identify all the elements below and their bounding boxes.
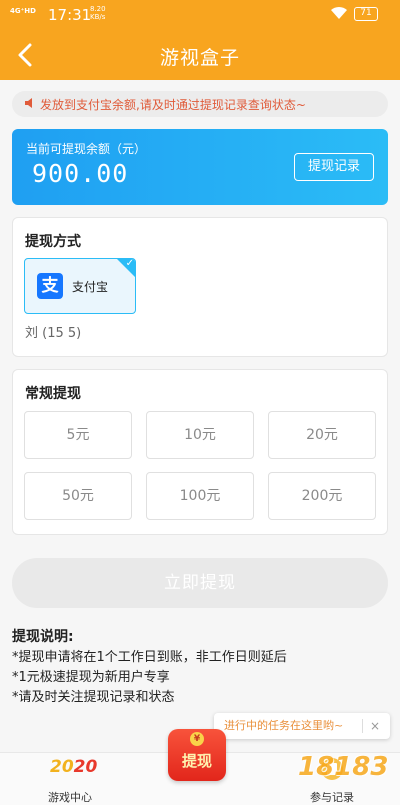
regular-withdraw-card: 常规提现 5元 10元 20元 50元 100元 200元: [12, 369, 388, 535]
notice-banner: 发放到支付宝余额,请及时通过提现记录查询状态~: [12, 91, 388, 117]
tooltip-divider: [362, 719, 363, 733]
speaker-icon: [24, 97, 36, 112]
red-packet-icon: ¥ 提现: [168, 729, 226, 781]
amount-option[interactable]: 20元: [268, 411, 376, 459]
withdraw-method-heading: 提现方式: [25, 234, 81, 250]
tab-game-center[interactable]: 2020 游戏中心: [20, 753, 120, 805]
wifi-icon: [330, 5, 348, 25]
notice-text: 发放到支付宝余额,请及时通过提现记录查询状态~: [40, 97, 306, 112]
alipay-option[interactable]: 支 支付宝 ✓: [24, 258, 136, 314]
alipay-label: 支付宝: [72, 280, 109, 294]
speed-unit: KB/s: [90, 13, 106, 21]
close-icon[interactable]: ×: [370, 713, 380, 739]
page-title: 游视盒子: [159, 47, 240, 69]
check-icon: ✓: [125, 258, 134, 269]
task-tooltip[interactable]: 进行中的任务在这里哟~ ×: [214, 713, 390, 739]
balance-label: 当前可提现余额（元）: [26, 142, 147, 156]
tab-withdraw-label: 提现: [181, 752, 212, 770]
amount-option[interactable]: 5元: [24, 411, 132, 459]
game-center-icon: 2020: [50, 757, 97, 777]
tab-withdraw[interactable]: ¥ 提现: [146, 729, 246, 805]
withdraw-method-card: 提现方式 支 支付宝 ✓ 刘 (15 5): [12, 217, 388, 357]
rule-item: *提现申请将在1个工作日到账，非工作日则延后: [12, 650, 287, 665]
withdraw-now-button[interactable]: 立即提现: [12, 558, 388, 608]
status-time: 17:31: [48, 6, 92, 24]
tooltip-text: 进行中的任务在这里哟~: [224, 719, 344, 732]
network-speed: 8.20 KB/s: [90, 5, 106, 21]
status-bar: 4G⁺HD 17:31 8.20 KB/s 71: [0, 0, 400, 30]
withdraw-rules: 提现说明: *提现申请将在1个工作日到账，非工作日则延后 *1元极速提现为新用户…: [12, 627, 287, 708]
amount-option[interactable]: 200元: [268, 472, 376, 520]
withdraw-record-button[interactable]: 提现记录: [294, 153, 374, 181]
game-icon-text-a: 20: [50, 757, 74, 777]
app-bar: 游视盒子: [0, 30, 400, 80]
watermark-logo: 18183: [298, 752, 389, 782]
account-info: 刘 (15 5): [25, 326, 82, 341]
coin-icon: ¥: [190, 732, 204, 746]
amount-option[interactable]: 50元: [24, 472, 132, 520]
balance-amount: 900.00: [32, 159, 129, 188]
speed-value: 8.20: [90, 5, 106, 13]
game-icon-text-b: 20: [73, 757, 98, 777]
rule-item: *1元极速提现为新用户专享: [12, 670, 170, 685]
tab-label: 参与记录: [310, 791, 354, 804]
tab-label: 游戏中心: [48, 791, 92, 804]
balance-card: 当前可提现余额（元） 900.00 提现记录: [12, 129, 388, 205]
amount-option[interactable]: 100元: [146, 472, 254, 520]
battery-indicator: 71: [354, 7, 378, 21]
rule-item: *请及时关注提现记录和状态: [12, 690, 175, 705]
alipay-icon: 支: [37, 273, 63, 299]
signal-indicator: 4G⁺HD: [10, 7, 36, 15]
regular-withdraw-heading: 常规提现: [25, 386, 81, 402]
rules-title: 提现说明:: [12, 629, 74, 645]
amount-option[interactable]: 10元: [146, 411, 254, 459]
